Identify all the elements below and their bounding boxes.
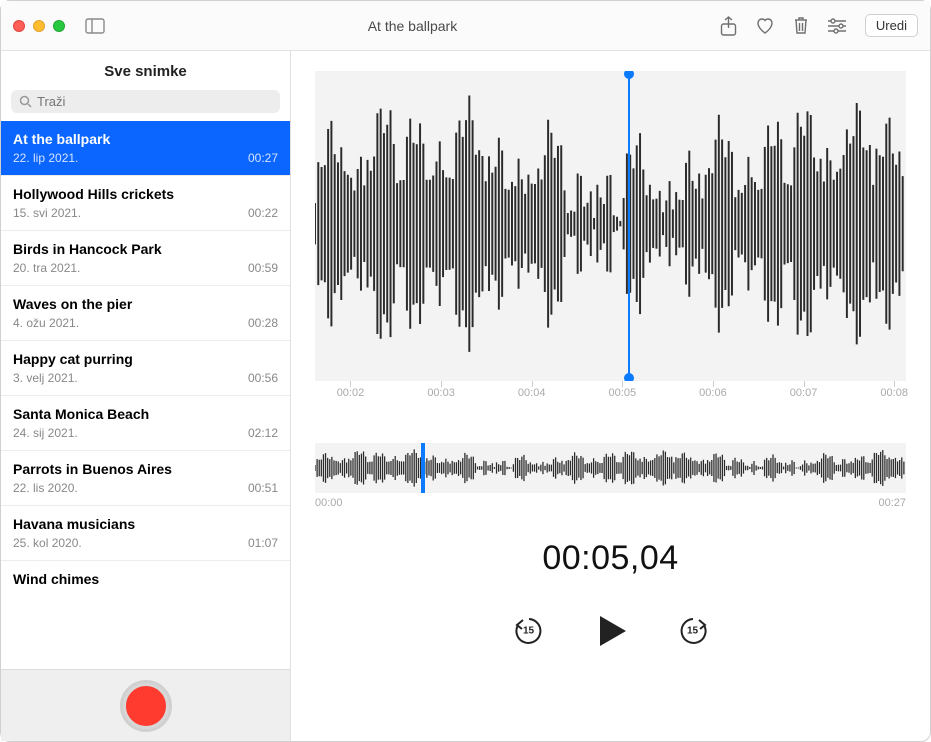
list-item[interactable]: Waves on the pier 4. ožu 2021. 00:28 xyxy=(1,286,290,341)
window-title: At the ballpark xyxy=(105,18,720,34)
item-date: 4. ožu 2021. xyxy=(13,316,79,330)
titlebar: At the ballpark Uredi xyxy=(1,1,930,51)
item-title: Parrots in Buenos Aires xyxy=(13,461,278,477)
favorite-button[interactable] xyxy=(755,17,775,35)
waveform-zoom[interactable] xyxy=(315,71,906,381)
skip-back-button[interactable]: 15 xyxy=(512,614,546,648)
record-button[interactable] xyxy=(123,683,169,729)
item-duration: 01:07 xyxy=(248,536,278,550)
search-field[interactable] xyxy=(37,94,272,109)
item-title: At the ballpark xyxy=(13,131,278,147)
waveform-zoom-graphic xyxy=(315,71,906,376)
ruler-tick-label: 00:06 xyxy=(699,387,727,399)
toolbar-right: Uredi xyxy=(720,14,918,37)
item-title: Wind chimes xyxy=(13,571,278,587)
item-duration: 02:12 xyxy=(248,426,278,440)
waveform-overview[interactable] xyxy=(315,443,906,493)
list-item[interactable]: Hollywood Hills crickets 15. svi 2021. 00… xyxy=(1,176,290,231)
item-title: Santa Monica Beach xyxy=(13,406,278,422)
item-title: Happy cat purring xyxy=(13,351,278,367)
edit-button[interactable]: Uredi xyxy=(865,14,918,37)
sidebar: Sve snimke At the ballpark 22. lip 2021.… xyxy=(1,51,291,741)
play-button[interactable] xyxy=(592,612,630,650)
item-title: Waves on the pier xyxy=(13,296,278,312)
overview-start-label: 00:00 xyxy=(315,497,343,509)
item-date: 3. velj 2021. xyxy=(13,371,78,385)
sidebar-toggle-button[interactable] xyxy=(85,18,105,34)
skip-forward-button[interactable]: 15 xyxy=(676,614,710,648)
sidebar-icon xyxy=(85,18,105,34)
trash-icon xyxy=(793,16,809,35)
playback-options-button[interactable] xyxy=(827,18,847,34)
list-item[interactable]: Santa Monica Beach 24. sij 2021. 02:12 xyxy=(1,396,290,451)
overview-end-label: 00:27 xyxy=(878,497,906,509)
item-date: 20. tra 2021. xyxy=(13,261,80,275)
item-duration: 00:59 xyxy=(248,261,278,275)
item-date: 24. sij 2021. xyxy=(13,426,78,440)
ruler-tick-label: 00:02 xyxy=(337,387,365,399)
waveform-overview-graphic xyxy=(315,443,906,493)
item-title: Hollywood Hills crickets xyxy=(13,186,278,202)
item-title: Havana musicians xyxy=(13,516,278,532)
item-duration: 00:56 xyxy=(248,371,278,385)
list-item[interactable]: At the ballpark 22. lip 2021. 00:27 xyxy=(1,121,290,176)
list-item[interactable]: Wind chimes xyxy=(1,561,290,597)
list-item[interactable]: Birds in Hancock Park 20. tra 2021. 00:59 xyxy=(1,231,290,286)
close-window-button[interactable] xyxy=(13,20,25,32)
item-date: 22. lip 2021. xyxy=(13,151,78,165)
item-title: Birds in Hancock Park xyxy=(13,241,278,257)
share-button[interactable] xyxy=(720,16,737,36)
ruler-tick-label: 00:04 xyxy=(518,387,546,399)
window-controls xyxy=(13,20,65,32)
record-area xyxy=(1,669,290,741)
skip-forward-amount: 15 xyxy=(687,626,698,637)
recordings-list: At the ballpark 22. lip 2021. 00:27 Holly… xyxy=(1,121,290,669)
item-duration: 00:27 xyxy=(248,151,278,165)
editor-pane: 00:02 00:03 00:04 00:05 00:06 00:07 00:08 00:0… xyxy=(291,51,930,741)
playhead[interactable] xyxy=(628,71,630,381)
item-duration: 00:22 xyxy=(248,206,278,220)
search-input[interactable] xyxy=(11,90,280,113)
play-icon xyxy=(592,612,630,650)
sliders-icon xyxy=(827,18,847,34)
list-item[interactable]: Parrots in Buenos Aires 22. lis 2020. 00:… xyxy=(1,451,290,506)
minimize-window-button[interactable] xyxy=(33,20,45,32)
skip-back-amount: 15 xyxy=(523,626,534,637)
delete-button[interactable] xyxy=(793,16,809,35)
heart-icon xyxy=(755,17,775,35)
item-date: 25. kol 2020. xyxy=(13,536,82,550)
transport-controls: 15 15 xyxy=(315,612,906,650)
list-item[interactable]: Happy cat purring 3. velj 2021. 00:56 xyxy=(1,341,290,396)
sidebar-header: Sve snimke xyxy=(1,51,290,90)
list-item[interactable]: Havana musicians 25. kol 2020. 01:07 xyxy=(1,506,290,561)
share-icon xyxy=(720,16,737,36)
overview-playhead[interactable] xyxy=(421,443,425,493)
item-duration: 00:51 xyxy=(248,481,278,495)
ruler-tick-label: 00:05 xyxy=(609,387,637,399)
timecode: 00:05,04 xyxy=(315,539,906,578)
item-date: 15. svi 2021. xyxy=(13,206,81,220)
ruler-tick-label: 00:03 xyxy=(427,387,455,399)
ruler-tick-label: 00:07 xyxy=(790,387,818,399)
item-duration: 00:28 xyxy=(248,316,278,330)
search-icon xyxy=(19,95,32,108)
ruler-tick-label: 00:08 xyxy=(880,387,908,399)
item-date: 22. lis 2020. xyxy=(13,481,78,495)
time-ruler[interactable]: 00:02 00:03 00:04 00:05 00:06 00:07 00:08 xyxy=(315,381,906,407)
fullscreen-window-button[interactable] xyxy=(53,20,65,32)
